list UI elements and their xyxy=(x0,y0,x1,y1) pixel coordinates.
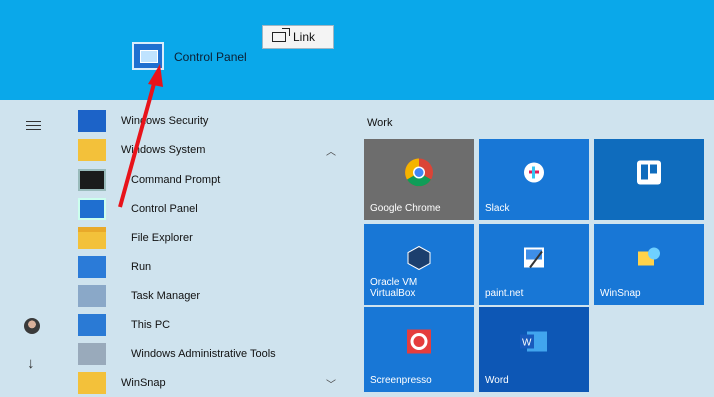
shield-icon xyxy=(78,110,106,132)
app-tile[interactable]: WinSnap xyxy=(594,224,704,305)
app-tile-label: WinSnap xyxy=(600,288,641,299)
app-list-item[interactable]: File Explorer xyxy=(70,224,350,252)
app-list-item-label: Command Prompt xyxy=(131,174,221,186)
app-tile[interactable]: Slack xyxy=(479,139,589,220)
chevron-down-icon[interactable]: ﹀ xyxy=(326,376,336,391)
app-list-item[interactable]: Control Panel xyxy=(70,195,350,223)
app-list-item[interactable]: WinSnap ﹀ xyxy=(70,369,350,397)
app-list-item[interactable]: Task Manager xyxy=(70,282,350,310)
app-tile-label: Oracle VM VirtualBox xyxy=(370,277,418,299)
paintnet-icon xyxy=(522,245,546,274)
app-tile[interactable]: W Word xyxy=(479,307,589,392)
app-list-item[interactable]: Command Prompt xyxy=(70,166,350,194)
app-tile-label: Word xyxy=(485,375,509,386)
app-list-item-label: Control Panel xyxy=(131,203,198,215)
screenpresso-icon xyxy=(406,329,432,360)
folder-open-icon xyxy=(78,227,106,249)
app-tile[interactable]: Google Chrome xyxy=(364,139,474,220)
app-list: Windows Security Windows System ︿ Command P… xyxy=(70,100,350,394)
app-list-item[interactable]: Windows System ︿ xyxy=(70,136,350,164)
computer-icon xyxy=(78,314,106,336)
winsnap-icon xyxy=(636,245,662,274)
chrome-icon xyxy=(404,157,434,192)
admin-tools-icon xyxy=(78,343,106,365)
app-list-item[interactable]: Windows Security xyxy=(70,107,350,135)
app-tile-label: Screenpresso xyxy=(370,375,432,386)
link-tooltip: Link xyxy=(262,25,334,49)
app-tile[interactable] xyxy=(594,139,704,220)
folder-icon xyxy=(78,139,106,161)
app-list-item-label: Task Manager xyxy=(131,290,201,302)
dragged-control-panel-icon[interactable] xyxy=(132,42,164,70)
terminal-icon xyxy=(78,169,106,191)
app-list-item-label: WinSnap xyxy=(121,377,166,389)
app-list-item[interactable]: This PC xyxy=(70,311,350,339)
folder-icon xyxy=(78,372,106,394)
app-tile[interactable]: paint.net xyxy=(479,224,589,305)
svg-text:W: W xyxy=(522,338,532,349)
task-manager-icon xyxy=(78,285,106,307)
desktop-area xyxy=(0,0,714,100)
app-tile[interactable]: Screenpresso xyxy=(364,307,474,392)
link-icon xyxy=(272,28,290,42)
tile-group-title[interactable]: Work xyxy=(367,117,392,129)
app-list-item-label: Windows System xyxy=(121,144,206,156)
slack-icon xyxy=(523,161,545,188)
start-rail xyxy=(0,100,70,392)
app-tile-label: paint.net xyxy=(485,288,524,299)
app-tile[interactable]: Oracle VM VirtualBox xyxy=(364,224,474,305)
app-list-item[interactable]: Run xyxy=(70,253,350,281)
app-list-item-label: Windows Security xyxy=(121,115,209,127)
app-tile-label: Google Chrome xyxy=(370,203,441,214)
hamburger-icon[interactable] xyxy=(26,121,41,130)
link-tooltip-label: Link xyxy=(293,30,316,44)
word-icon: W xyxy=(519,330,549,359)
app-list-item-label: Run xyxy=(131,261,152,273)
app-list-item-label: This PC xyxy=(131,319,171,331)
control-panel-icon xyxy=(78,198,106,220)
downloads-icon[interactable]: ↓ xyxy=(27,355,35,372)
avatar[interactable] xyxy=(24,318,40,334)
app-list-item-label: File Explorer xyxy=(131,232,193,244)
run-icon xyxy=(78,256,106,278)
app-list-item-label: Windows Administrative Tools xyxy=(131,348,276,360)
trello-icon xyxy=(636,159,662,190)
chevron-up-icon[interactable]: ︿ xyxy=(326,143,336,158)
app-list-item[interactable]: Windows Administrative Tools xyxy=(70,340,350,368)
dragged-item-label: Control Panel xyxy=(174,50,247,64)
app-tile-label: Slack xyxy=(485,203,510,214)
virtualbox-icon xyxy=(406,244,432,275)
